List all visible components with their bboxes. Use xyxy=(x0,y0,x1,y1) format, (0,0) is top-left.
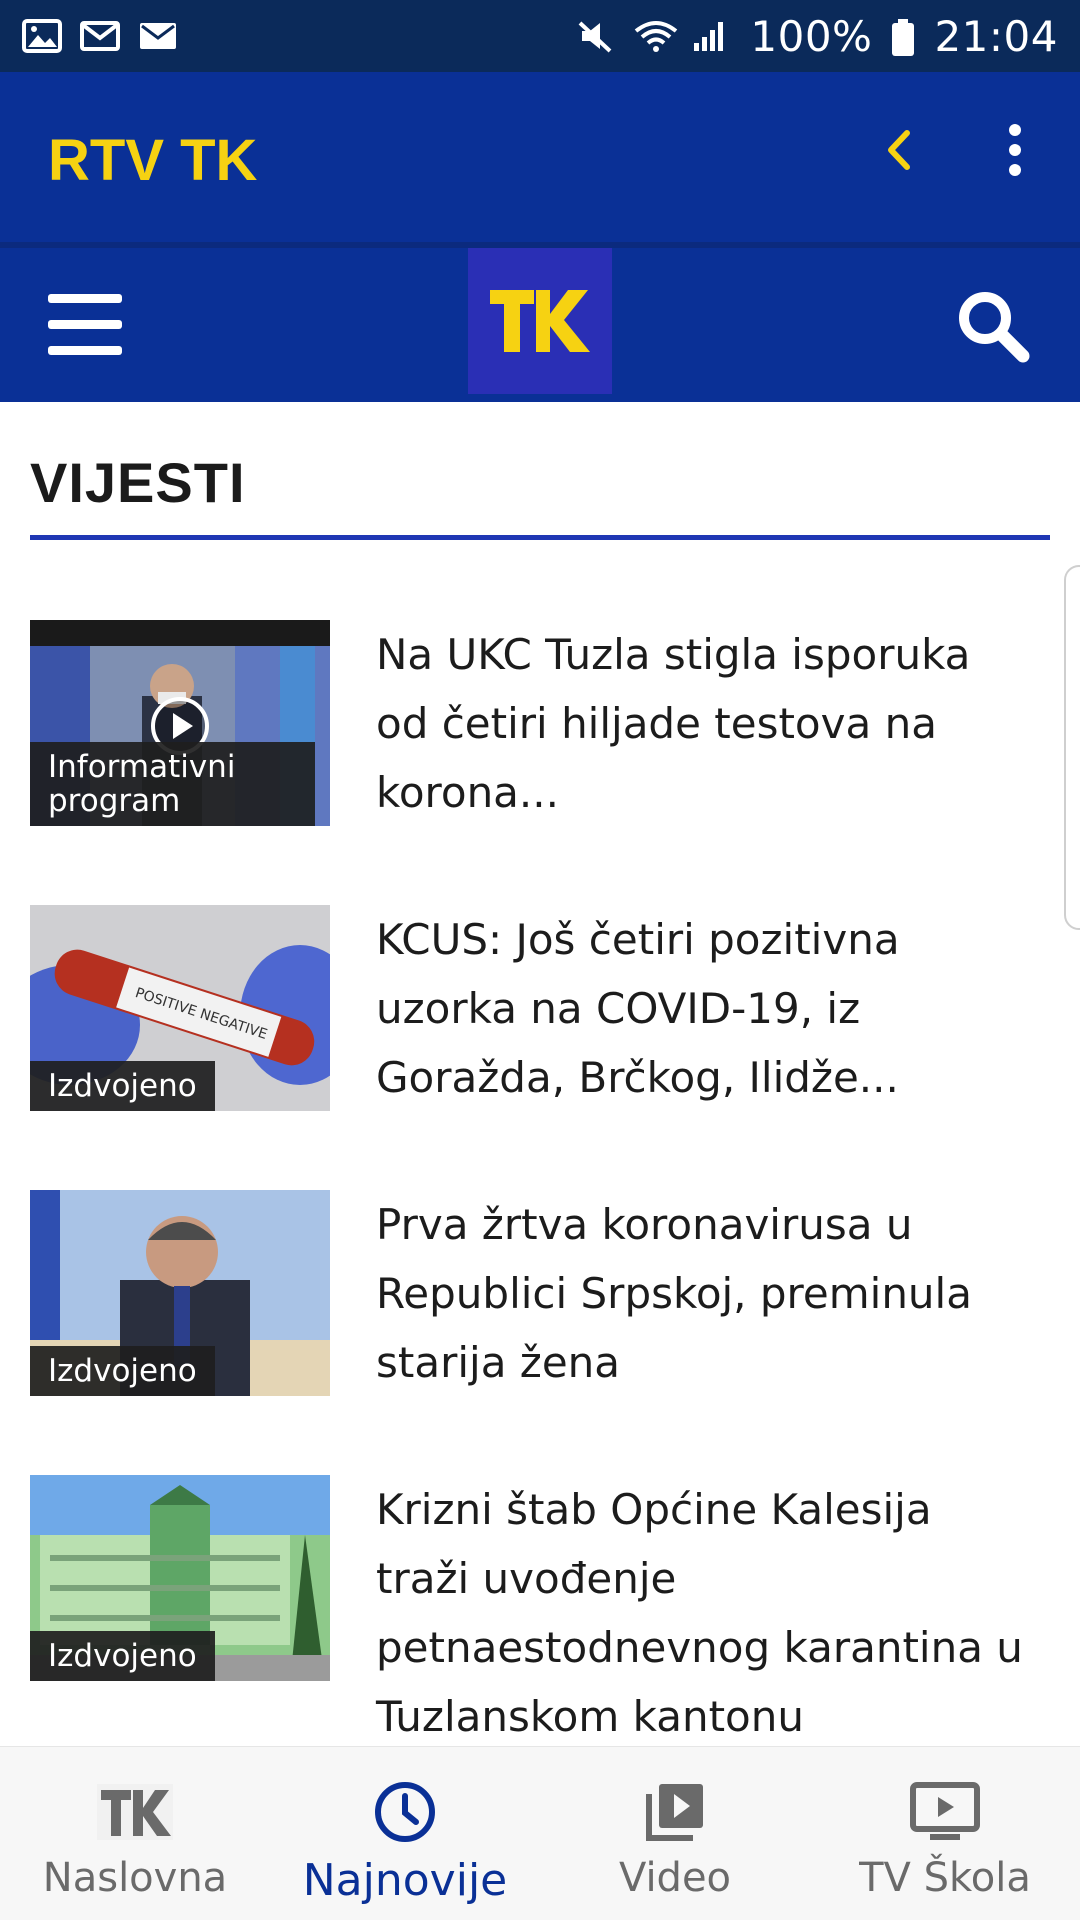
search-icon xyxy=(955,292,1031,368)
status-bar-system: 100% 21:04 xyxy=(576,12,1058,61)
battery-icon xyxy=(890,19,916,56)
tk-logo-icon xyxy=(95,1777,175,1847)
signal-icon xyxy=(692,19,732,53)
nav-label: Video xyxy=(618,1855,732,1901)
navigation-bar xyxy=(0,248,1080,402)
news-headline[interactable]: Prva žrtva koronavirusa u Republici Srps… xyxy=(376,1190,1036,1397)
search-button[interactable] xyxy=(955,288,1031,364)
back-chevron-icon xyxy=(883,129,913,176)
news-item[interactable]: Izdvojeno Prva žrtva koronavirusa u Repu… xyxy=(30,1190,1040,1400)
clock-icon xyxy=(365,1777,445,1847)
image-icon xyxy=(22,19,62,53)
nav-label: Naslovna xyxy=(42,1855,228,1901)
nav-item-najnovije[interactable]: Najnovije xyxy=(270,1747,540,1920)
scroll-handle[interactable] xyxy=(1064,565,1080,930)
news-category-badge: Izdvojeno xyxy=(30,1631,215,1681)
news-category-badge: Izdvojeno xyxy=(30,1346,215,1396)
mute-icon xyxy=(576,19,616,53)
tk-logo[interactable] xyxy=(468,248,612,394)
tv-play-icon xyxy=(905,1777,985,1847)
nav-item-naslovna[interactable]: Naslovna xyxy=(0,1747,270,1920)
news-headline[interactable]: Na UKC Tuzla stigla isporuka od četiri h… xyxy=(376,620,1036,827)
clock-time: 21:04 xyxy=(934,11,1058,61)
tk-logo-mark xyxy=(490,290,590,352)
status-bar-notifications xyxy=(22,19,178,53)
hamburger-menu-icon xyxy=(46,294,126,362)
mail-filled-icon xyxy=(138,19,178,53)
nav-item-tv-skola[interactable]: TV Škola xyxy=(810,1747,1080,1920)
more-vert-icon xyxy=(1007,123,1023,181)
news-thumbnail[interactable]: POSITIVE NEGATIVE Izdvojeno xyxy=(30,905,330,1111)
news-thumbnail[interactable]: Izdvojeno xyxy=(30,1475,330,1681)
news-thumbnail[interactable]: Informativni program xyxy=(30,620,330,826)
nav-label: Najnovije xyxy=(302,1855,508,1906)
news-headline[interactable]: KCUS: Još četiri pozitivna uzorka na COV… xyxy=(376,905,1036,1112)
section-divider xyxy=(30,535,1050,540)
news-item[interactable]: POSITIVE NEGATIVE Izdvojeno KCUS: Još če… xyxy=(30,905,1040,1115)
wifi-icon xyxy=(634,19,678,53)
news-headline[interactable]: Krizni štab Općine Kalesija traži uvođen… xyxy=(376,1475,1036,1751)
news-category-badge: Informativni program xyxy=(30,742,315,826)
menu-button[interactable] xyxy=(46,292,126,358)
news-item[interactable]: Informativni program Na UKC Tuzla stigla… xyxy=(30,620,1040,830)
mail-icon xyxy=(80,19,120,53)
nav-item-video[interactable]: Video xyxy=(540,1747,810,1920)
status-bar: 100% 21:04 xyxy=(0,0,1080,72)
bottom-navigation: Naslovna Najnovije Video TV Škola xyxy=(0,1746,1080,1920)
nav-label: TV Škola xyxy=(859,1855,1031,1901)
section-title: VIJESTI xyxy=(30,451,246,514)
back-button[interactable] xyxy=(868,122,928,182)
app-title: RTV TK xyxy=(48,128,258,193)
battery-percent: 100% xyxy=(750,11,873,61)
more-options-button[interactable] xyxy=(985,122,1045,182)
app-bar: RTV TK xyxy=(0,72,1080,242)
news-category-badge: Izdvojeno xyxy=(30,1061,215,1111)
news-thumbnail[interactable]: Izdvojeno xyxy=(30,1190,330,1396)
news-item[interactable]: Izdvojeno Krizni štab Općine Kalesija tr… xyxy=(30,1475,1040,1741)
video-library-icon xyxy=(635,1777,715,1847)
